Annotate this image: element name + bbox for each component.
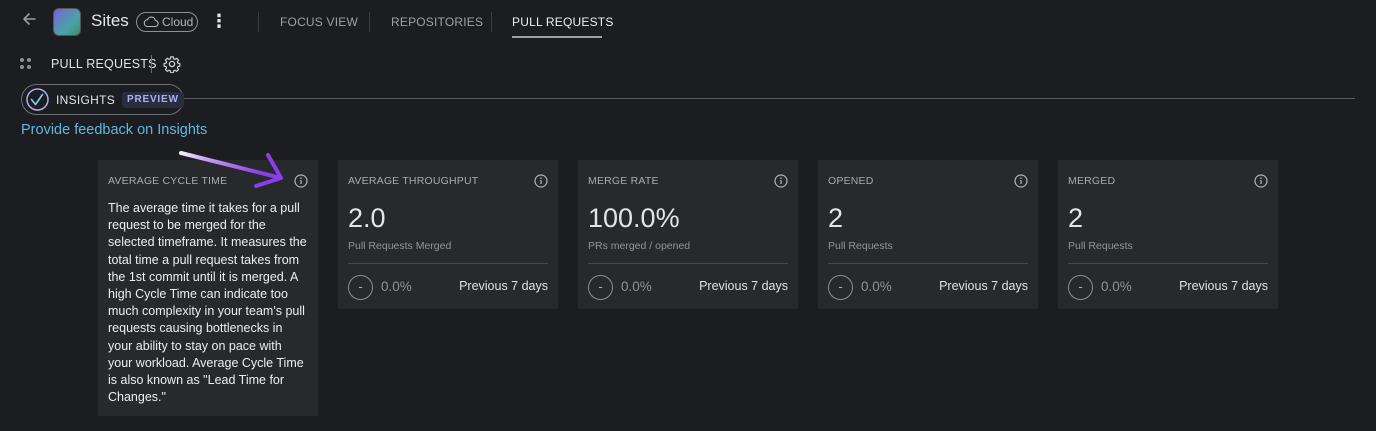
- cloud-label: Cloud: [162, 15, 194, 29]
- comparison-period: Previous 7 days: [939, 279, 1028, 293]
- tab-pull-requests[interactable]: PULL REQUESTS: [512, 15, 614, 29]
- trend-neutral-icon: -: [348, 275, 373, 300]
- nav-divider: [369, 12, 370, 32]
- card-divider: [348, 263, 548, 264]
- cloud-icon: [143, 16, 159, 28]
- info-icon[interactable]: [774, 174, 788, 188]
- drag-handle-icon[interactable]: [20, 58, 32, 70]
- insights-rule: [182, 98, 1355, 99]
- active-tab-indicator: [512, 36, 602, 38]
- trend-neutral-icon: -: [828, 275, 853, 300]
- card-title: MERGE RATE: [588, 175, 659, 187]
- metric-card-opened: OPENED 2 Pull Requests - 0.0% Previous 7…: [818, 160, 1038, 309]
- card-divider: [588, 263, 788, 264]
- gear-icon[interactable]: [163, 55, 181, 74]
- section-title: PULL REQUESTS: [51, 57, 157, 71]
- card-value: 2: [828, 203, 844, 233]
- comparison-period: Previous 7 days: [1179, 279, 1268, 293]
- trend-neutral-icon: -: [1068, 275, 1093, 300]
- card-subtitle: Pull Requests: [828, 240, 893, 252]
- card-value: 2.0: [348, 203, 386, 233]
- info-icon[interactable]: [534, 174, 548, 188]
- insights-icon: [26, 88, 49, 111]
- trend-value: 0.0%: [861, 279, 892, 294]
- feedback-link[interactable]: Provide feedback on Insights: [21, 122, 207, 138]
- card-title: OPENED: [828, 175, 874, 187]
- tab-repositories[interactable]: REPOSITORIES: [391, 15, 483, 29]
- annotation-arrow-icon: [179, 151, 283, 188]
- trend-value: 0.0%: [381, 279, 412, 294]
- tab-focus-view[interactable]: FOCUS VIEW: [280, 15, 358, 29]
- card-subtitle: PRs merged / opened: [588, 240, 691, 252]
- info-icon[interactable]: [1014, 174, 1028, 188]
- info-icon[interactable]: [294, 174, 308, 188]
- card-value: 100.0%: [588, 203, 680, 233]
- comparison-period: Previous 7 days: [699, 279, 788, 293]
- card-tooltip: The average time it takes for a pull req…: [108, 201, 307, 405]
- comparison-period: Previous 7 days: [459, 279, 548, 293]
- card-title: AVERAGE THROUGHPUT: [348, 175, 479, 187]
- trend-value: 0.0%: [1101, 279, 1132, 294]
- card-subtitle: Pull Requests Merged: [348, 240, 452, 252]
- trend-value: 0.0%: [621, 279, 652, 294]
- card-subtitle: Pull Requests: [1068, 240, 1133, 252]
- info-icon[interactable]: [1254, 174, 1268, 188]
- card-divider: [828, 263, 1028, 264]
- metric-card-average-throughput: AVERAGE THROUGHPUT 2.0 Pull Requests Mer…: [338, 160, 558, 309]
- cloud-badge: Cloud: [136, 12, 198, 32]
- back-arrow-icon[interactable]: [18, 10, 40, 32]
- section-divider: [151, 55, 152, 73]
- preview-badge: PREVIEW: [122, 92, 184, 108]
- app-name: Sites: [91, 11, 129, 30]
- card-divider: [1068, 263, 1268, 264]
- insights-toggle[interactable]: INSIGHTS PREVIEW: [21, 84, 184, 115]
- metric-card-merged: MERGED 2 Pull Requests - 0.0% Previous 7…: [1058, 160, 1278, 309]
- metric-card-average-cycle-time: AVERAGE CYCLE TIME The average time it t…: [98, 160, 318, 416]
- nav-divider: [491, 12, 492, 32]
- app-logo: [53, 8, 81, 36]
- trend-neutral-icon: -: [588, 275, 613, 300]
- more-options-icon[interactable]: ⋮: [210, 10, 228, 34]
- metric-card-merge-rate: MERGE RATE 100.0% PRs merged / opened - …: [578, 160, 798, 309]
- card-value: 2: [1068, 203, 1084, 233]
- nav-divider: [258, 12, 259, 32]
- insights-label: INSIGHTS: [56, 93, 116, 107]
- top-nav: Sites Cloud ⋮ FOCUS VIEW REPOSITORIES PU…: [0, 0, 1376, 44]
- card-title: MERGED: [1068, 175, 1116, 187]
